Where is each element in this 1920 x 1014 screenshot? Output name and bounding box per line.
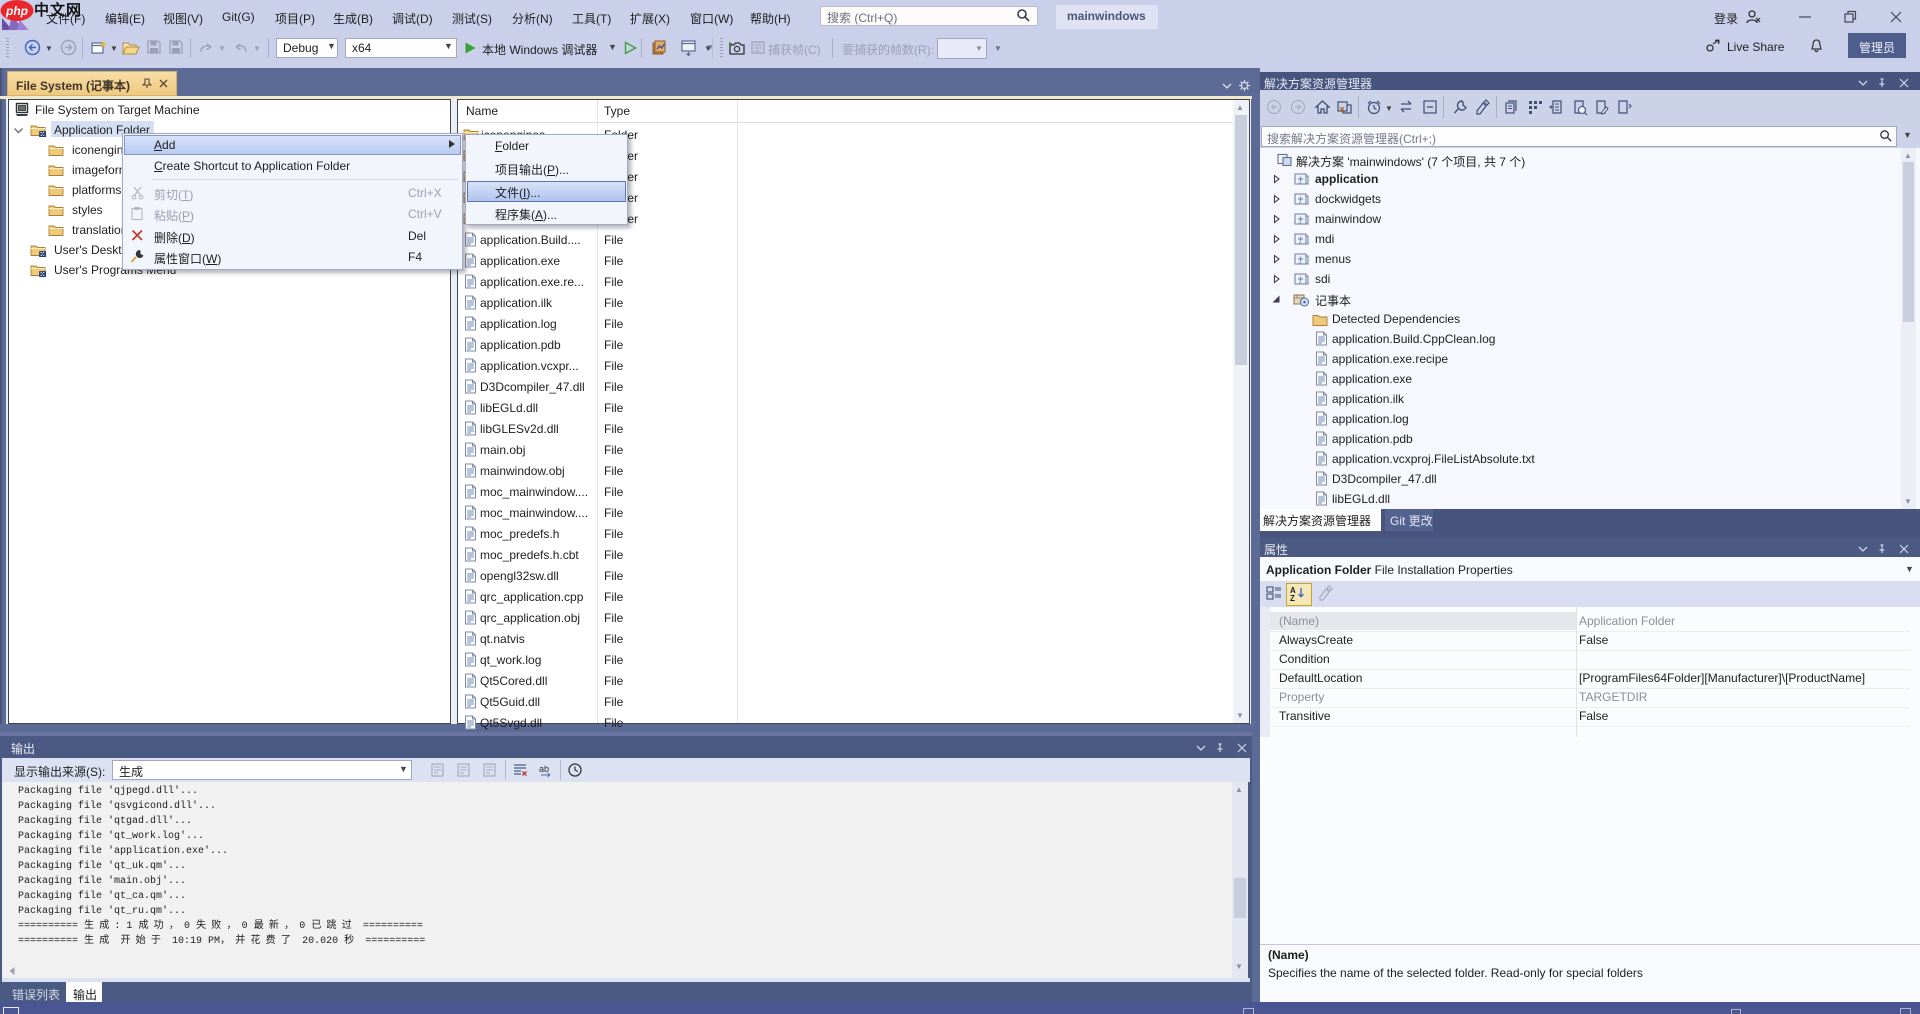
- svg-text:ab: ab: [539, 764, 549, 774]
- svg-text:php: php: [5, 4, 28, 18]
- svg-text:Z: Z: [1290, 594, 1295, 602]
- svg-text:中文网: 中文网: [34, 1, 82, 19]
